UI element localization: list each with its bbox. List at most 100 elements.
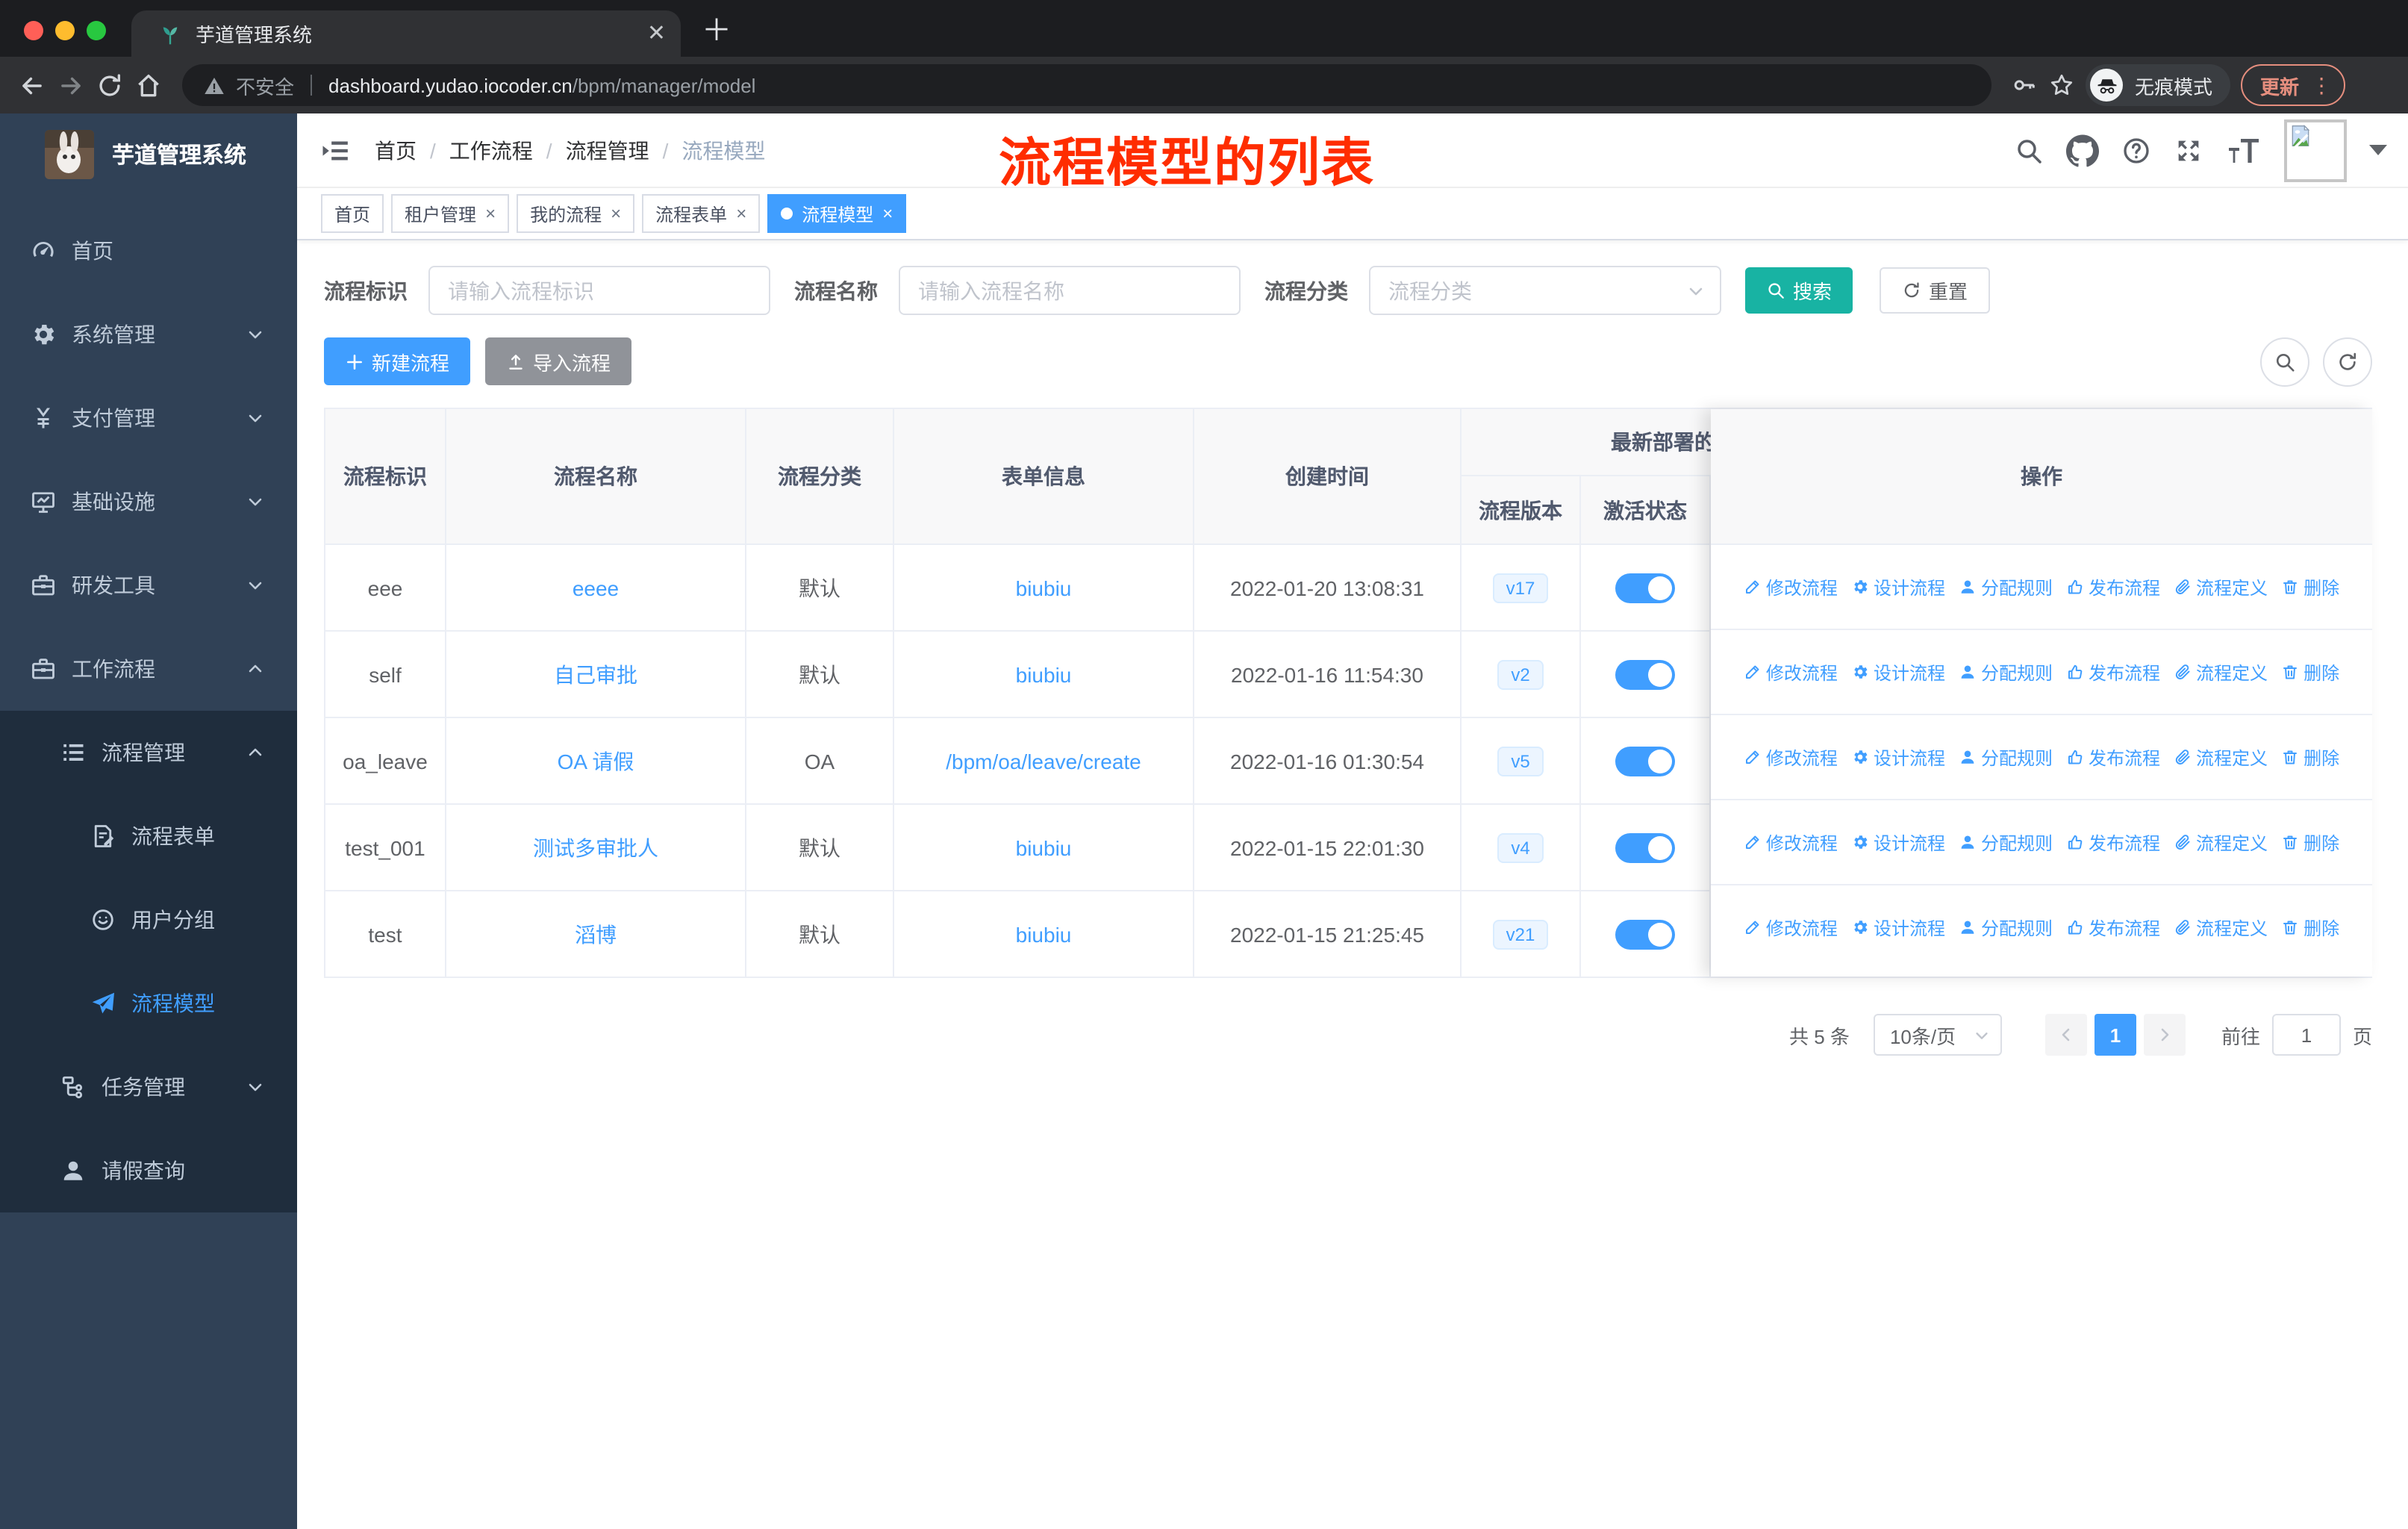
font-size-icon[interactable] [2226, 135, 2262, 165]
sidebar-item-infrastructure[interactable]: 基础设施 [0, 460, 297, 544]
browser-menu-icon[interactable]: ⋮ [2311, 75, 2332, 96]
tab-close-icon[interactable]: × [882, 205, 893, 222]
action-gear-link[interactable]: 设计流程 [1851, 829, 1945, 855]
action-edit-link[interactable]: 修改流程 [1744, 659, 1838, 685]
page-size-select[interactable]: 10条/页 [1873, 1014, 2002, 1056]
action-paperclip-link[interactable]: 流程定义 [2174, 744, 2268, 770]
reset-button[interactable]: 重置 [1880, 267, 1991, 314]
cell-form-info-link[interactable]: biubiu [1016, 576, 1072, 600]
action-paperclip-link[interactable]: 流程定义 [2174, 574, 2268, 600]
page-1-button[interactable]: 1 [2094, 1014, 2136, 1056]
sidebar-item-task-mgmt[interactable]: 任务管理 [0, 1045, 297, 1129]
import-process-button[interactable]: 导入流程 [485, 337, 632, 385]
tab-close-icon[interactable]: × [736, 205, 746, 222]
cell-form-info-link[interactable]: biubiu [1016, 662, 1072, 686]
cell-process-name-link[interactable]: OA 请假 [558, 746, 634, 776]
cell-process-name-link[interactable]: eeee [573, 576, 619, 600]
sidebar-item-leave-query[interactable]: 请假查询 [0, 1129, 297, 1212]
update-button[interactable]: 更新 ⋮ [2241, 64, 2346, 106]
action-paperclip-link[interactable]: 流程定义 [2174, 659, 2268, 685]
action-user-link[interactable]: 分配规则 [1959, 574, 2053, 600]
cell-process-name-link[interactable]: 自己审批 [554, 659, 637, 689]
next-page-button[interactable] [2143, 1014, 2186, 1056]
action-gear-link[interactable]: 设计流程 [1851, 744, 1945, 770]
action-gear-link[interactable]: 设计流程 [1851, 659, 1945, 685]
action-user-link[interactable]: 分配规则 [1959, 744, 2053, 770]
action-trash-link[interactable]: 删除 [2281, 915, 2339, 940]
avatar[interactable] [2284, 119, 2347, 181]
category-select[interactable]: 流程分类 [1369, 266, 1721, 315]
status-toggle[interactable] [1615, 659, 1675, 689]
cell-form-info-link[interactable]: biubiu [1016, 835, 1072, 859]
sidebar-item-workflow[interactable]: 工作流程 [0, 627, 297, 711]
reload-icon[interactable] [96, 71, 124, 99]
action-trash-link[interactable]: 删除 [2281, 659, 2339, 685]
action-trash-link[interactable]: 删除 [2281, 744, 2339, 770]
breadcrumb-item[interactable]: 工作流程 [449, 135, 533, 165]
sidebar-item-user-group[interactable]: 用户分组 [0, 878, 297, 962]
action-paperclip-link[interactable]: 流程定义 [2174, 915, 2268, 940]
caret-down-icon[interactable] [2369, 145, 2387, 155]
sidebar-item-payment-mgmt[interactable]: 支付管理 [0, 376, 297, 460]
status-toggle[interactable] [1615, 832, 1675, 862]
tab-process-model[interactable]: 流程模型 × [767, 194, 907, 233]
show-search-button[interactable] [2260, 337, 2309, 386]
status-toggle[interactable] [1615, 746, 1675, 776]
fullscreen-icon[interactable] [2174, 135, 2203, 165]
tab-process-form[interactable]: 流程表单 × [642, 194, 761, 233]
action-thumb-up-link[interactable]: 发布流程 [2066, 574, 2160, 600]
sidebar-item-home[interactable]: 首页 [0, 209, 297, 293]
action-edit-link[interactable]: 修改流程 [1744, 744, 1838, 770]
tab-close-icon[interactable]: × [485, 205, 496, 222]
action-user-link[interactable]: 分配规则 [1959, 829, 2053, 855]
prev-page-button[interactable] [2044, 1014, 2087, 1056]
refresh-table-button[interactable] [2323, 337, 2372, 386]
tab-tenant-mgmt[interactable]: 租户管理 × [391, 194, 510, 233]
status-toggle[interactable] [1615, 573, 1675, 602]
sidebar-item-dev-tools[interactable]: 研发工具 [0, 544, 297, 627]
help-icon[interactable] [2121, 135, 2151, 165]
tab-home[interactable]: 首页 [321, 194, 384, 233]
action-gear-link[interactable]: 设计流程 [1851, 574, 1945, 600]
sidebar-item-process-form[interactable]: 流程表单 [0, 794, 297, 878]
action-thumb-up-link[interactable]: 发布流程 [2066, 659, 2160, 685]
action-user-link[interactable]: 分配规则 [1959, 659, 2053, 685]
action-edit-link[interactable]: 修改流程 [1744, 915, 1838, 940]
process-name-input[interactable] [899, 266, 1241, 315]
goto-page-input[interactable] [2271, 1014, 2341, 1056]
github-icon[interactable] [2066, 134, 2099, 166]
cell-process-name-link[interactable]: 测试多审批人 [533, 832, 658, 862]
back-icon[interactable] [18, 71, 46, 99]
create-process-button[interactable]: 新建流程 [324, 337, 471, 385]
action-paperclip-link[interactable]: 流程定义 [2174, 829, 2268, 855]
home-icon[interactable] [134, 71, 163, 99]
address-bar[interactable]: 不安全 dashboard.yudao.iocoder.cn/bpm/manag… [182, 64, 1991, 106]
cell-process-name-link[interactable]: 滔博 [575, 919, 617, 949]
search-button[interactable]: 搜索 [1745, 267, 1853, 314]
action-thumb-up-link[interactable]: 发布流程 [2066, 744, 2160, 770]
tab-close-icon[interactable]: × [611, 205, 621, 222]
breadcrumb-item[interactable]: 流程管理 [566, 135, 649, 165]
window-maximize-button[interactable] [87, 21, 106, 40]
action-user-link[interactable]: 分配规则 [1959, 915, 2053, 940]
window-minimize-button[interactable] [55, 21, 75, 40]
sidebar-item-system-mgmt[interactable]: 系统管理 [0, 293, 297, 376]
action-thumb-up-link[interactable]: 发布流程 [2066, 915, 2160, 940]
tab-my-process[interactable]: 我的流程 × [517, 194, 635, 233]
collapse-sidebar-icon[interactable] [321, 135, 351, 165]
action-thumb-up-link[interactable]: 发布流程 [2066, 829, 2160, 855]
cell-form-info-link[interactable]: biubiu [1016, 922, 1072, 946]
new-tab-button[interactable]: ＋ [702, 6, 732, 49]
breadcrumb-item[interactable]: 首页 [375, 135, 417, 165]
browser-tab[interactable]: 芋道管理系统 ✕ [131, 10, 681, 57]
bookmark-star-icon[interactable] [2048, 72, 2075, 99]
forward-icon[interactable] [57, 71, 85, 99]
sidebar-item-process-mgmt[interactable]: 流程管理 [0, 711, 297, 794]
key-icon[interactable] [2011, 72, 2038, 99]
action-gear-link[interactable]: 设计流程 [1851, 915, 1945, 940]
status-toggle[interactable] [1615, 919, 1675, 949]
sidebar-item-process-model[interactable]: 流程模型 [0, 962, 297, 1045]
cell-form-info-link[interactable]: /bpm/oa/leave/create [946, 749, 1141, 773]
search-icon[interactable] [2014, 135, 2044, 165]
action-edit-link[interactable]: 修改流程 [1744, 574, 1838, 600]
